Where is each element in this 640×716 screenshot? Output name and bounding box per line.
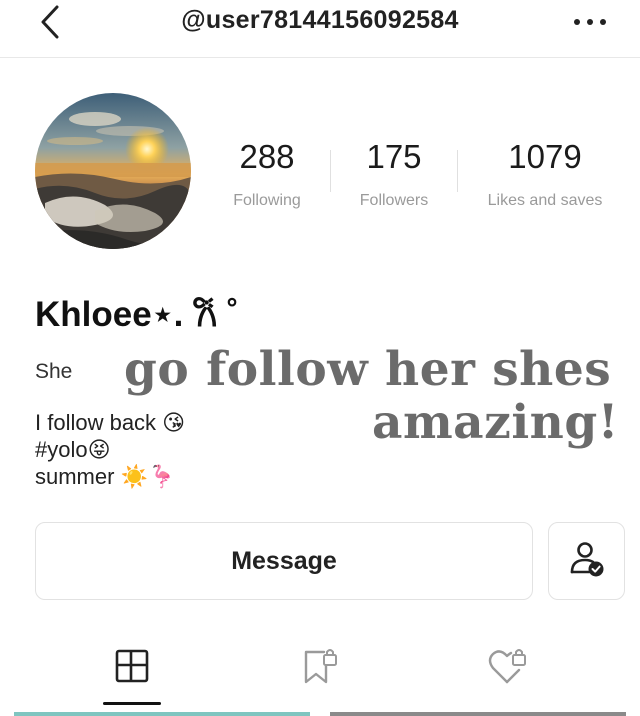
overlay-caption-line-1: go follow her shes: [124, 342, 612, 397]
more-dots-icon: [573, 13, 607, 31]
heart-locked-icon: [487, 646, 529, 691]
likes-stat[interactable]: 1079 Likes and saves: [480, 138, 610, 210]
post-thumbnail[interactable]: [330, 712, 626, 716]
following-stat[interactable]: 288 Following: [222, 138, 312, 210]
tab-notes[interactable]: [102, 640, 162, 696]
active-tab-indicator: [103, 702, 161, 705]
bio-pronoun: She: [35, 360, 73, 383]
followers-label: Followers: [359, 192, 429, 209]
avatar[interactable]: [35, 93, 191, 249]
grid-notes-icon: [115, 649, 149, 688]
followers-stat[interactable]: 175 Followers: [352, 138, 436, 210]
following-label: Following: [233, 192, 301, 209]
likes-label: Likes and saves: [487, 192, 603, 209]
tab-likes[interactable]: [478, 640, 538, 696]
top-bar: @user78144156092584: [0, 0, 640, 58]
post-thumbnail[interactable]: [14, 712, 310, 716]
user-check-icon: [568, 540, 606, 583]
profile-handle: @user78144156092584: [181, 6, 459, 34]
likes-count: 1079: [508, 138, 582, 175]
more-button[interactable]: [568, 10, 612, 34]
profile-name: Khloee⋆. 𐙚 ˚: [35, 295, 239, 334]
tab-collects[interactable]: [290, 640, 350, 696]
message-button[interactable]: Message: [35, 522, 533, 600]
bio-line-2: #yolo😝: [35, 437, 111, 462]
overlay-caption-line-2: amazing!: [372, 395, 619, 450]
stat-divider: [457, 150, 458, 192]
bio-line-1: I follow back 😘: [35, 410, 186, 435]
followers-count: 175: [366, 138, 422, 175]
stat-divider: [330, 150, 331, 192]
bookmark-locked-icon: [300, 646, 340, 691]
following-count: 288: [239, 138, 295, 175]
bio-line-3: summer ☀️🦩: [35, 464, 176, 489]
follow-state-button[interactable]: [548, 522, 625, 600]
